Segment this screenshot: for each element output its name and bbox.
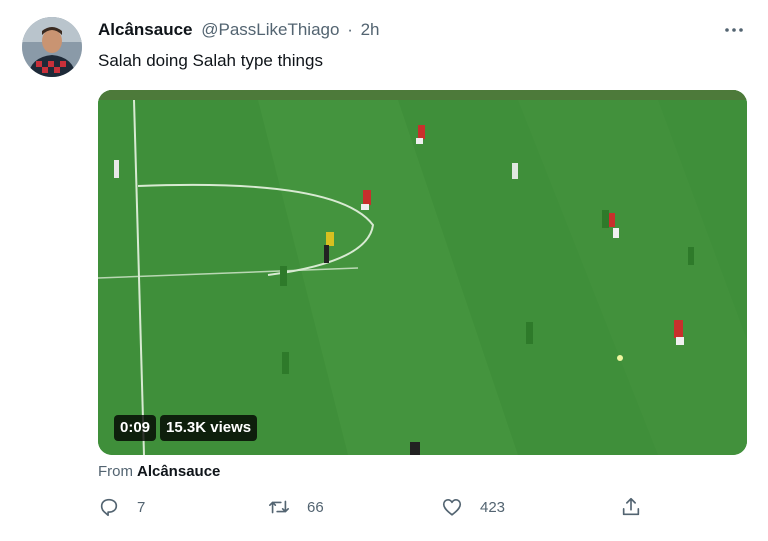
header-separator: · (347, 20, 353, 39)
retweet-icon (269, 500, 289, 514)
heart-icon (442, 499, 462, 516)
avatar[interactable] (22, 17, 82, 77)
avatar-image (22, 17, 82, 77)
media-attribution: From Alcânsauce (98, 463, 220, 480)
reply-icon (100, 498, 118, 517)
attribution-source[interactable]: Alcânsauce (137, 463, 220, 480)
retweet-button[interactable]: 66 (268, 496, 324, 518)
share-button[interactable] (620, 496, 642, 518)
reply-button[interactable]: 7 (98, 496, 145, 518)
tweet-header: Alcânsauce @PassLikeThiago · 2h (98, 20, 380, 40)
video-duration: 0:09 (114, 415, 157, 441)
attribution-prefix: From (98, 463, 133, 480)
tweet-text: Salah doing Salah type things (98, 51, 323, 70)
video-frame (98, 90, 747, 455)
video-badges: 0:09 15.3K views (114, 415, 258, 441)
retweet-count: 66 (307, 498, 324, 516)
more-horizontal-icon[interactable] (722, 18, 746, 42)
tweet-card[interactable]: Alcânsauce @PassLikeThiago · 2h Salah do… (0, 0, 768, 541)
reply-count: 7 (137, 498, 146, 516)
like-count: 423 (480, 498, 506, 516)
tweet-actions: 7 66 423 (98, 496, 658, 526)
like-button[interactable]: 423 (441, 496, 505, 518)
tweet-timestamp[interactable]: 2h (361, 20, 380, 39)
video-view-count: 15.3K views (160, 415, 258, 441)
author-name[interactable]: Alcânsauce (98, 20, 193, 39)
share-icon (622, 497, 640, 516)
video-player[interactable]: 0:09 15.3K views (98, 90, 747, 455)
author-handle[interactable]: @PassLikeThiago (201, 20, 339, 39)
